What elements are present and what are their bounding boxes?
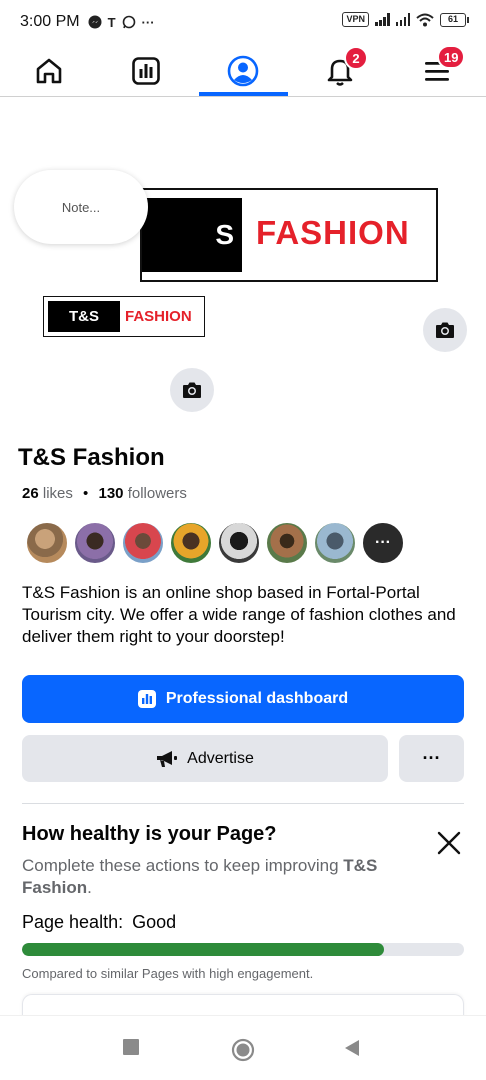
top-navigation-bar: 2 19 [0, 44, 486, 97]
wifi-icon [416, 13, 434, 26]
followers-label[interactable]: followers [128, 485, 187, 502]
page-title: T&S Fashion [18, 444, 165, 471]
nav-home[interactable] [9, 44, 89, 97]
note-placeholder: Note... [61, 199, 101, 215]
page-health-progress [22, 943, 464, 956]
whatsapp-icon [122, 15, 135, 29]
cover-logo-left: S [142, 198, 242, 272]
nav-active-indicator [199, 92, 288, 96]
t-icon: T [107, 14, 116, 30]
back-icon[interactable] [343, 1038, 361, 1058]
stats-separator: • [83, 485, 89, 502]
likes-count: 26 [22, 485, 39, 502]
avatar[interactable] [169, 521, 213, 565]
vpn-icon: VPN [342, 12, 369, 27]
camera-icon [183, 382, 201, 398]
camera-icon [436, 322, 454, 338]
section-divider [22, 803, 464, 804]
nav-menu[interactable]: 19 [397, 44, 477, 97]
edit-cover-button[interactable] [423, 308, 467, 352]
page-stats: 26 likes • 130 followers [22, 485, 187, 502]
status-time: 3:00 PM [20, 13, 80, 30]
follower-avatars[interactable]: ··· [25, 521, 409, 565]
advertise-label: Advertise [187, 749, 254, 767]
dashboard-icon [137, 690, 156, 708]
avatar[interactable] [121, 521, 165, 565]
system-navigation-bar [0, 1015, 486, 1080]
nav-insights[interactable] [106, 44, 186, 97]
likes-label[interactable]: likes [43, 485, 73, 502]
more-dots-icon: ··· [141, 14, 155, 30]
home-icon [36, 58, 62, 83]
page-health-title: How healthy is your Page? [22, 823, 277, 845]
megaphone-icon [157, 750, 178, 767]
page-description: T&S Fashion is an online shop based in F… [22, 583, 456, 646]
more-options-icon: ··· [422, 748, 441, 768]
note-bubble[interactable]: Note... [14, 170, 148, 244]
close-icon [437, 831, 461, 855]
profile-icon [227, 55, 259, 86]
more-followers-avatar[interactable]: ··· [361, 521, 405, 565]
followers-count: 130 [98, 485, 124, 502]
professional-dashboard-button[interactable]: Professional dashboard [22, 675, 464, 723]
advertise-button[interactable]: Advertise [22, 735, 388, 782]
profile-logo-left: T&S [48, 301, 120, 332]
signal-icon [375, 13, 390, 26]
avatar[interactable] [265, 521, 309, 565]
health-subtitle-suffix: . [87, 878, 92, 897]
close-health-card-button[interactable] [434, 828, 464, 858]
insights-icon [132, 56, 160, 85]
profile-logo-right: FASHION [125, 308, 192, 325]
health-status-label: Page health: [22, 912, 124, 932]
home-button-icon[interactable] [231, 1038, 255, 1062]
page-health-subtitle: Complete these actions to keep improving… [22, 855, 442, 899]
avatar[interactable] [313, 521, 357, 565]
menu-badge: 19 [437, 45, 466, 69]
nav-profile[interactable] [203, 44, 283, 97]
professional-dashboard-label: Professional dashboard [165, 690, 349, 707]
cover-logo-right: FASHION [256, 214, 410, 251]
page-health-note: Compared to similar Pages with high enga… [22, 966, 314, 981]
page-health-progress-fill [22, 943, 385, 956]
battery-icon: 61 [440, 12, 469, 27]
health-subtitle-prefix: Complete these actions to keep improving [22, 856, 344, 875]
avatar[interactable] [217, 521, 261, 565]
signal-icon-2 [395, 13, 410, 26]
profile-picture[interactable]: T&S FASHION [43, 296, 205, 337]
messenger-icon [88, 15, 102, 29]
edit-profile-picture-button[interactable] [170, 368, 214, 412]
status-notification-icons: T ··· [88, 15, 155, 30]
status-system-icons: VPN 61 [342, 12, 469, 27]
nav-notifications[interactable]: 2 [300, 44, 380, 97]
more-options-button[interactable]: ··· [399, 735, 464, 782]
health-status-value: Good [132, 912, 177, 932]
recents-icon[interactable] [122, 1038, 140, 1056]
notifications-badge: 2 [344, 46, 368, 70]
cover-photo[interactable]: S FASHION [140, 188, 438, 282]
avatar[interactable] [25, 521, 69, 565]
status-bar: 3:00 PM T ··· VPN 61 [0, 0, 486, 44]
page-health-status: Page health: Good [22, 912, 176, 933]
avatar[interactable] [73, 521, 117, 565]
